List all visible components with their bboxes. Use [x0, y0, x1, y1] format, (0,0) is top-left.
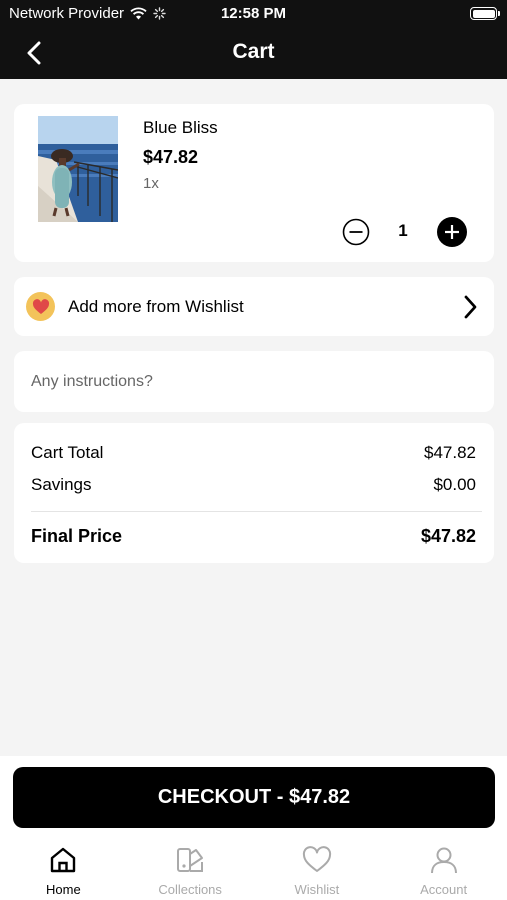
instructions-input[interactable] — [31, 369, 471, 395]
product-name[interactable]: Blue Bliss — [143, 118, 218, 138]
heart-badge-icon — [26, 292, 55, 321]
final-price-label: Final Price — [31, 526, 123, 546]
increase-quantity-button[interactable] — [437, 217, 467, 247]
final-price-row: Final Price $47.82 — [31, 526, 476, 547]
checkout-button[interactable]: CHECKOUT - $47.82 — [13, 767, 495, 828]
status-bar: Network Provider 12:58 PM — [0, 0, 507, 28]
instructions-card — [14, 351, 494, 412]
savings-value: $0.00 — [433, 475, 476, 494]
chevron-right-icon — [460, 294, 480, 320]
heart-icon — [301, 844, 333, 876]
tab-account[interactable]: Account — [380, 844, 507, 900]
final-price-value: $47.82 — [420, 526, 476, 546]
minus-circle-icon — [342, 218, 370, 246]
quantity-value: 1 — [398, 221, 408, 240]
page-title: Cart — [232, 40, 275, 63]
bottom-area: CHECKOUT - $47.82 Home Collections Wishl… — [0, 756, 507, 900]
tab-home-label: Home — [46, 882, 81, 897]
tab-bar: Home Collections Wishlist Account — [0, 844, 507, 900]
add-from-wishlist-row[interactable]: Add more from Wishlist — [14, 277, 494, 336]
status-time: 12:58 PM — [220, 5, 287, 22]
savings-row: Savings $0.00 — [31, 475, 476, 495]
tab-account-label: Account — [420, 882, 468, 897]
wishlist-row-label: Add more from Wishlist — [68, 297, 244, 316]
product-quantity-label: 1x — [143, 175, 159, 192]
tab-wishlist[interactable]: Wishlist — [254, 844, 381, 900]
tab-home[interactable]: Home — [0, 844, 127, 900]
plus-circle-icon — [437, 217, 467, 247]
summary-divider — [31, 511, 482, 512]
account-icon — [428, 844, 460, 876]
tab-collections-label: Collections — [158, 882, 222, 897]
cart-total-label: Cart Total — [31, 443, 104, 462]
nav-bar: Cart — [0, 28, 507, 79]
savings-label: Savings — [31, 475, 92, 494]
battery-icon — [470, 7, 500, 20]
tab-wishlist-label: Wishlist — [294, 882, 340, 897]
price-summary-card: Cart Total $47.82 Savings $0.00 Final Pr… — [14, 423, 494, 563]
product-price: $47.82 — [143, 147, 199, 167]
collections-icon — [174, 844, 206, 876]
tab-collections[interactable]: Collections — [127, 844, 254, 900]
cart-total-row: Cart Total $47.82 — [31, 443, 476, 463]
home-icon — [47, 844, 79, 876]
cart-item-card: Blue Bliss $47.82 1x 1 — [14, 104, 494, 262]
decrease-quantity-button[interactable] — [342, 218, 370, 246]
cart-total-value: $47.82 — [424, 443, 476, 462]
product-image[interactable] — [38, 116, 118, 222]
